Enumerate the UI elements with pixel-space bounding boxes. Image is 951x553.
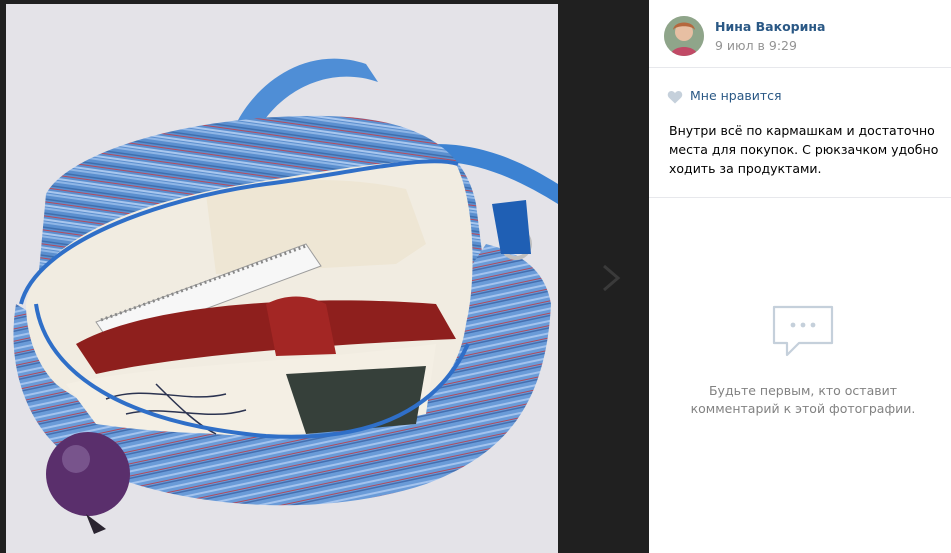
next-photo-button[interactable]: [596, 258, 626, 298]
comments-icon: [771, 303, 835, 363]
like-button[interactable]: Мне нравится: [667, 88, 782, 103]
info-panel: Нина Вакорина 9 июл в 9:29 Мне нравится …: [649, 0, 951, 553]
post-date[interactable]: 9 июл в 9:29: [715, 38, 797, 53]
author-header: Нина Вакорина 9 июл в 9:29: [649, 0, 951, 68]
heart-icon: [667, 89, 683, 103]
chevron-right-icon: [603, 264, 621, 292]
no-comments-text: Будьте первым, кто оставит комментарий к…: [690, 383, 916, 416]
post-text: Внутри всё по кармашкам и достаточно мес…: [669, 123, 939, 176]
photo-viewer: Нина Вакорина 9 июл в 9:29 Мне нравится …: [0, 0, 951, 553]
avatar[interactable]: [664, 16, 704, 56]
author-name[interactable]: Нина Вакорина: [715, 19, 825, 34]
photo[interactable]: [6, 4, 558, 553]
divider: [649, 197, 951, 198]
photo-area: [0, 0, 649, 553]
like-label: Мне нравится: [690, 88, 782, 103]
